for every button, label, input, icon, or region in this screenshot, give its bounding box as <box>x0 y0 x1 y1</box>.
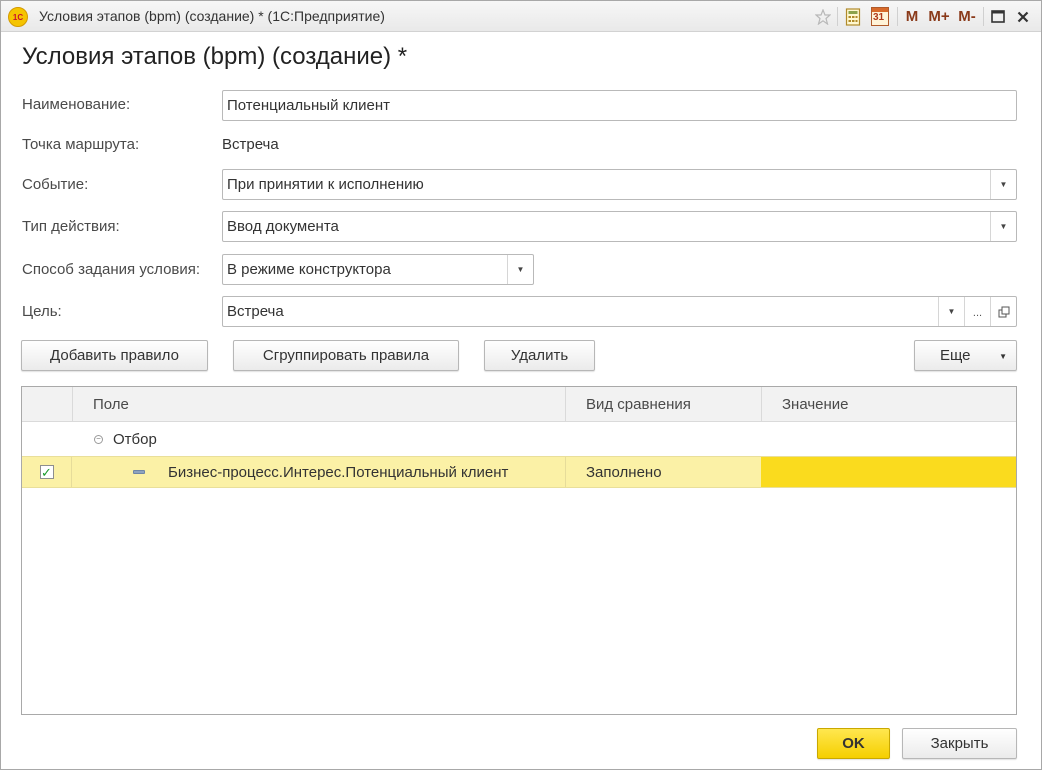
row-field[interactable]: Бизнес-процесс.Интерес.Потенциальный кли… <box>168 457 508 487</box>
table-row[interactable]: ✓ Бизнес-процесс.Интерес.Потенциальный к… <box>22 456 1016 488</box>
chevron-down-icon[interactable]: ▼ <box>938 297 964 326</box>
app-logo-icon[interactable]: 1C <box>8 7 28 27</box>
delete-button[interactable]: Удалить <box>484 340 595 371</box>
favorite-star-icon[interactable] <box>813 6 833 27</box>
condition-method-value: В режиме конструктора <box>227 261 391 278</box>
chevron-down-icon[interactable]: ▼ <box>990 170 1016 199</box>
action-type-value: Ввод документа <box>227 218 339 235</box>
title-bar: 1C Условия этапов (bpm) (создание) * (1С… <box>1 1 1041 32</box>
goal-field[interactable]: Встреча ▼ ... <box>222 296 1017 327</box>
condition-method-label: Способ задания условия: <box>22 261 201 278</box>
page-title: Условия этапов (bpm) (создание) * <box>22 43 408 70</box>
choose-button[interactable]: ... <box>964 297 990 326</box>
open-icon[interactable] <box>990 297 1016 326</box>
column-header-field[interactable]: Поле <box>72 387 565 422</box>
column-header-comparison[interactable]: Вид сравнения <box>565 387 761 422</box>
checkbox-column-header[interactable] <box>22 387 72 422</box>
condition-method-select[interactable]: В режиме конструктора ▼ <box>222 254 534 285</box>
route-point-value: Встреча <box>222 136 279 153</box>
chevron-down-icon[interactable]: ▼ <box>990 212 1016 241</box>
name-field[interactable]: Потенциальный клиент <box>222 90 1017 121</box>
column-header-value[interactable]: Значение <box>761 387 1016 422</box>
row-value[interactable] <box>761 457 1016 487</box>
close-icon[interactable] <box>1013 6 1033 27</box>
maximize-icon[interactable] <box>988 6 1008 27</box>
name-label: Наименование: <box>22 96 131 113</box>
group-row[interactable]: − Отбор <box>22 422 1016 456</box>
row-checkbox[interactable]: ✓ <box>22 457 72 487</box>
table-header: Поле Вид сравнения Значение <box>22 387 1016 422</box>
more-label: Еще <box>940 347 971 364</box>
memory-m-button[interactable]: M <box>902 6 922 27</box>
ok-button[interactable]: OK <box>817 728 890 759</box>
memory-plus-button[interactable]: M+ <box>926 6 952 27</box>
calendar-icon[interactable]: 31 <box>869 6 891 27</box>
event-select[interactable]: При принятии к исполнению ▼ <box>222 169 1017 200</box>
goal-label: Цель: <box>22 303 62 320</box>
row-comparison[interactable]: Заполнено <box>565 457 761 487</box>
window-title: Условия этапов (bpm) (создание) * (1С:Пр… <box>39 8 385 24</box>
close-button[interactable]: Закрыть <box>902 728 1017 759</box>
chevron-down-icon[interactable]: ▼ <box>507 255 533 284</box>
group-rules-button[interactable]: Сгруппировать правила <box>233 340 459 371</box>
calendar-day: 31 <box>873 12 885 23</box>
route-point-label: Точка маршрута: <box>22 136 140 153</box>
add-rule-button[interactable]: Добавить правило <box>21 340 208 371</box>
event-value: При принятии к исполнению <box>227 176 424 193</box>
calculator-icon[interactable] <box>843 6 863 27</box>
collapse-icon[interactable]: − <box>94 422 103 456</box>
more-button[interactable]: Еще ▼ <box>914 340 1017 371</box>
event-label: Событие: <box>22 176 89 193</box>
form-window: 1C Условия этапов (bpm) (создание) * (1С… <box>0 0 1042 770</box>
group-label: Отбор <box>113 430 157 448</box>
rules-table[interactable]: Поле Вид сравнения Значение − Отбор ✓ Би… <box>21 386 1017 715</box>
name-value: Потенциальный клиент <box>227 97 390 114</box>
action-type-select[interactable]: Ввод документа ▼ <box>222 211 1017 242</box>
checkmark-icon: ✓ <box>39 464 54 480</box>
chevron-down-icon: ▼ <box>999 352 1007 361</box>
condition-item-icon <box>133 457 145 487</box>
action-type-label: Тип действия: <box>22 218 120 235</box>
goal-value: Встреча <box>227 303 284 320</box>
memory-minus-button[interactable]: M- <box>954 6 980 27</box>
